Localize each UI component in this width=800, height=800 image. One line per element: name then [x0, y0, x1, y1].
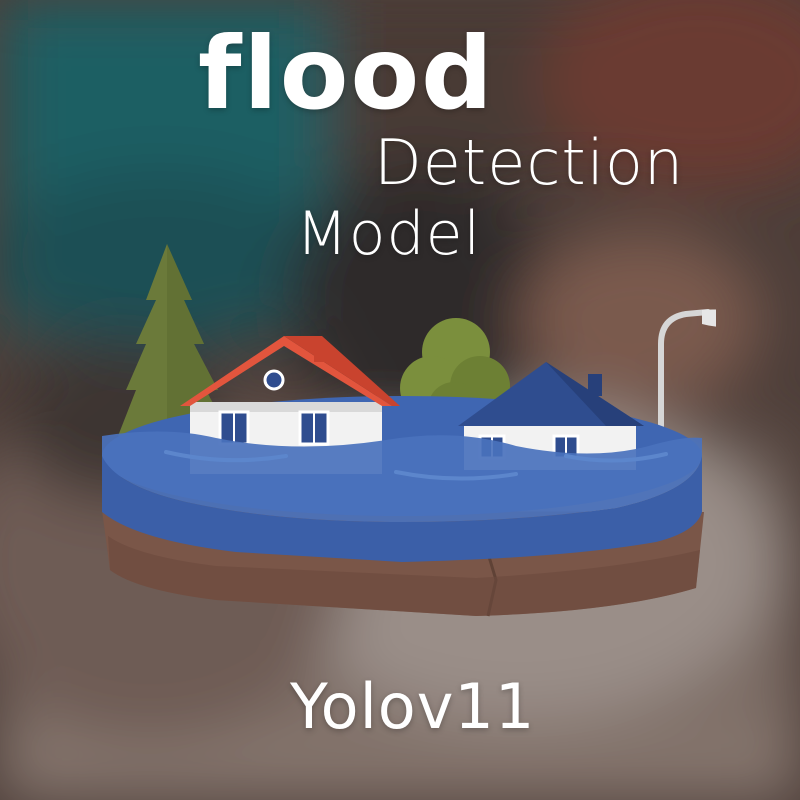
street-lamp-icon [658, 309, 716, 451]
title-flood: flood [198, 15, 495, 132]
title-detection: Detection [374, 126, 685, 199]
caption-yolov11: Yolov11 [290, 670, 536, 743]
floating-island-illustration [102, 244, 716, 617]
